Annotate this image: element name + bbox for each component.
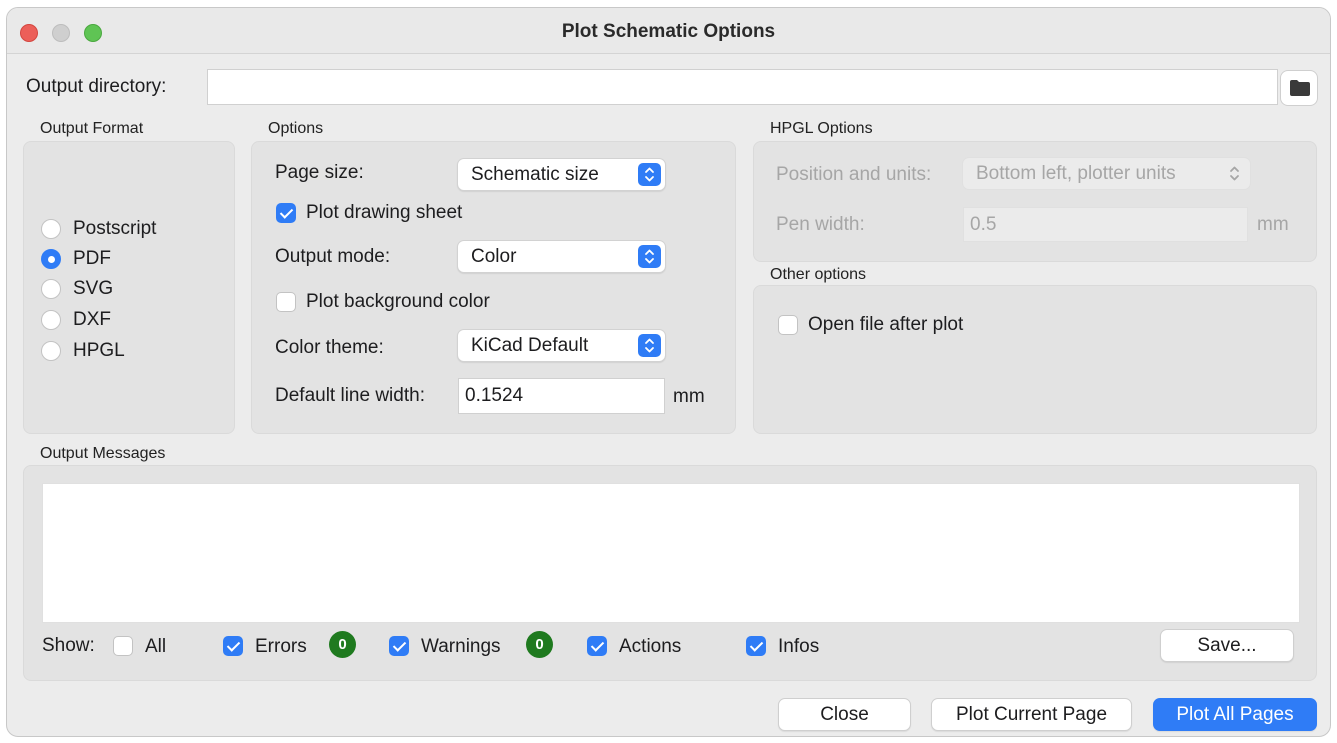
folder-icon: [1290, 80, 1310, 96]
page-size-stepper: [638, 163, 661, 186]
title-bar: Plot Schematic Options: [7, 8, 1330, 54]
updown-chevron-icon: [1230, 166, 1239, 181]
show-label: Show:: [42, 635, 95, 656]
filter-all-checkbox[interactable]: [113, 636, 133, 656]
color-theme-stepper: [638, 334, 661, 357]
close-button[interactable]: Close: [778, 698, 911, 731]
plot-background-label: Plot background color: [306, 291, 490, 312]
filter-warnings-label: Warnings: [421, 636, 501, 657]
filter-errors-label: Errors: [255, 636, 307, 657]
pdf-label: PDF: [73, 248, 111, 269]
other-options-heading: Other options: [770, 266, 867, 283]
output-directory-input[interactable]: [207, 69, 1278, 105]
output-mode-label: Output mode:: [275, 246, 391, 267]
page-size-value: Schematic size: [471, 164, 599, 185]
browse-folder-button[interactable]: [1280, 70, 1318, 106]
plot-drawing-sheet-checkbox[interactable]: [276, 203, 296, 223]
position-units-stepper: [1223, 162, 1246, 185]
plot-all-pages-button[interactable]: Plot All Pages: [1153, 698, 1317, 731]
plot-background-checkbox[interactable]: [276, 292, 296, 312]
output-directory-label: Output directory:: [26, 76, 167, 97]
postscript-label: Postscript: [73, 218, 157, 239]
updown-chevron-icon: [645, 338, 654, 353]
filter-warnings-checkbox[interactable]: [389, 636, 409, 656]
page-size-label: Page size:: [275, 162, 364, 183]
open-after-plot-checkbox[interactable]: [778, 315, 798, 335]
output-mode-stepper: [638, 245, 661, 268]
color-theme-select[interactable]: KiCad Default: [457, 329, 666, 362]
plot-drawing-sheet-label: Plot drawing sheet: [306, 202, 463, 223]
options-heading: Options: [268, 120, 324, 137]
output-format-heading: Output Format: [40, 120, 144, 137]
line-width-label: Default line width:: [275, 385, 425, 406]
position-units-select[interactable]: Bottom left, plotter units: [962, 157, 1251, 190]
radio-svg[interactable]: [41, 279, 61, 299]
filter-infos-label: Infos: [778, 636, 820, 657]
plot-current-page-button[interactable]: Plot Current Page: [931, 698, 1132, 731]
open-after-plot-label: Open file after plot: [808, 314, 964, 335]
dxf-label: DXF: [73, 309, 111, 330]
filter-actions-label: Actions: [619, 636, 682, 657]
dialog-window: Plot Schematic Options Output directory:…: [6, 7, 1331, 737]
filter-all-label: All: [145, 636, 167, 657]
other-options-group: [753, 285, 1317, 434]
position-units-label: Position and units:: [776, 164, 932, 185]
filter-actions-checkbox[interactable]: [587, 636, 607, 656]
svg-label: SVG: [73, 278, 114, 299]
updown-chevron-icon: [645, 249, 654, 264]
color-theme-value: KiCad Default: [471, 335, 589, 356]
hpgl-label: HPGL: [73, 340, 125, 361]
color-theme-label: Color theme:: [275, 337, 384, 358]
window-title: Plot Schematic Options: [561, 21, 776, 42]
updown-chevron-icon: [645, 167, 654, 182]
radio-pdf[interactable]: [41, 249, 61, 269]
radio-hpgl[interactable]: [41, 341, 61, 361]
filter-infos-checkbox[interactable]: [746, 636, 766, 656]
radio-postscript[interactable]: [41, 219, 61, 239]
page-size-select[interactable]: Schematic size: [457, 158, 666, 191]
output-messages-heading: Output Messages: [40, 445, 166, 462]
line-width-input[interactable]: 0.1524: [458, 378, 665, 414]
pen-width-label: Pen width:: [776, 214, 865, 235]
errors-count-badge: 0: [329, 631, 356, 658]
save-messages-button[interactable]: Save...: [1160, 629, 1294, 662]
warnings-count-badge: 0: [526, 631, 553, 658]
output-mode-value: Color: [471, 246, 517, 267]
output-mode-select[interactable]: Color: [457, 240, 666, 273]
radio-dxf[interactable]: [41, 310, 61, 330]
position-units-value: Bottom left, plotter units: [976, 163, 1176, 184]
filter-errors-checkbox[interactable]: [223, 636, 243, 656]
pen-width-input[interactable]: 0.5: [963, 207, 1248, 242]
messages-textarea[interactable]: [42, 483, 1300, 623]
pen-width-unit: mm: [1257, 214, 1289, 235]
hpgl-options-heading: HPGL Options: [770, 120, 873, 137]
line-width-unit: mm: [673, 386, 705, 407]
